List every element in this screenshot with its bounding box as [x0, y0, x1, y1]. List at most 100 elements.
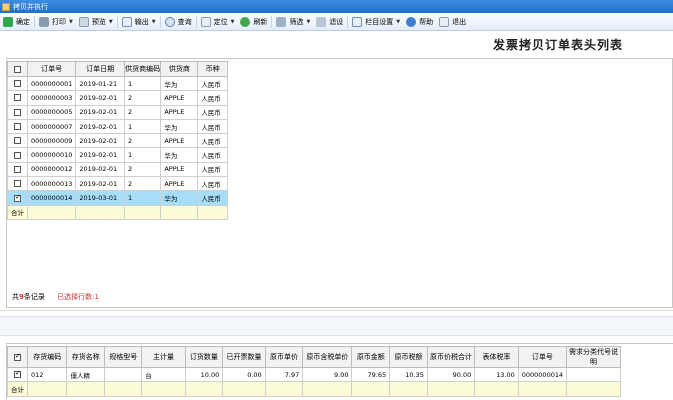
column-header[interactable]: 订单号	[517, 346, 568, 368]
row-select-cell[interactable]	[7, 190, 28, 206]
row-select-cell[interactable]	[7, 118, 28, 135]
table-cell[interactable]: 2019-03-01	[75, 190, 125, 206]
table-row[interactable]: 0000000005 2019-02-01 2 APPLE 人民币	[7, 104, 228, 120]
table-cell[interactable]: 2019-02-01	[75, 147, 125, 163]
column-header[interactable]: 存货编码	[26, 346, 68, 368]
table-cell[interactable]: 2	[123, 133, 162, 149]
table-cell[interactable]: 人民币	[197, 75, 228, 92]
table-cell[interactable]: 1	[123, 190, 162, 206]
chevron-down-icon[interactable]: ▼	[152, 19, 156, 25]
table-row[interactable]: 0000000003 2019-02-01 2 APPLE 人民币	[7, 90, 228, 106]
table-row[interactable]: 0000000007 2019-02-01 1 华为 人民币	[7, 118, 228, 135]
table-cell[interactable]: 人民币	[197, 190, 228, 206]
table-cell[interactable]: 2	[123, 90, 162, 106]
exit-button[interactable]: 退出	[436, 14, 469, 30]
preview-button[interactable]: 预览 ▼	[76, 14, 116, 30]
export-button[interactable]: 输出 ▼	[119, 14, 159, 30]
table-cell[interactable]: 0000000012	[26, 161, 77, 178]
table-cell[interactable]: 0000000014	[517, 366, 568, 383]
table-cell[interactable]: 2	[123, 161, 162, 178]
column-header[interactable]: 主计量	[141, 346, 186, 368]
table-cell[interactable]: 0000000005	[26, 104, 77, 120]
table-cell[interactable]: APPLE	[160, 176, 199, 192]
table-cell[interactable]: 0000000001	[26, 75, 77, 92]
help-button[interactable]: 帮助	[403, 14, 436, 30]
table-cell[interactable]: 79.65	[351, 366, 391, 383]
chevron-down-icon[interactable]: ▼	[231, 19, 235, 25]
column-header[interactable]: 表体税率	[474, 346, 519, 368]
row-checkbox[interactable]	[14, 137, 21, 145]
table-cell[interactable]: 人民币	[197, 104, 228, 120]
table-cell[interactable]: 2019-02-01	[75, 90, 125, 106]
table-cell[interactable]: 华为	[160, 190, 199, 206]
select-all-cell[interactable]	[7, 61, 28, 77]
table-cell[interactable]: 人民币	[197, 133, 228, 149]
table-cell[interactable]: 2	[123, 104, 162, 120]
chevron-down-icon[interactable]: ▼	[306, 19, 310, 25]
table-cell[interactable]: 1	[123, 75, 162, 92]
column-header[interactable]: 原币金额	[351, 346, 391, 368]
row-select-cell[interactable]	[7, 133, 28, 149]
row-select-cell[interactable]	[7, 147, 28, 163]
table-cell[interactable]: 10.00	[184, 366, 224, 383]
column-header[interactable]: 原币单价	[264, 346, 304, 368]
select-all-cell[interactable]	[7, 346, 28, 368]
chevron-down-icon[interactable]: ▼	[109, 19, 113, 25]
refresh-button[interactable]: 刷新	[237, 14, 270, 30]
row-checkbox[interactable]	[14, 369, 21, 379]
table-cell[interactable]: 9.00	[302, 366, 353, 383]
table-cell[interactable]: APPLE	[160, 90, 199, 106]
select-all-checkbox[interactable]	[14, 352, 21, 361]
table-cell[interactable]: 0000000010	[26, 147, 77, 163]
table-cell[interactable]: 2019-02-01	[75, 161, 125, 178]
table-cell[interactable]: 0000000013	[26, 176, 77, 192]
table-row[interactable]: 0000000001 2019-01-21 1 华为 人民币	[7, 75, 228, 92]
table-cell[interactable]: 人民币	[197, 147, 228, 163]
filter-button[interactable]: 筛选 ▼	[273, 14, 313, 30]
row-checkbox[interactable]	[14, 123, 21, 131]
table-row[interactable]: 0000000009 2019-02-01 2 APPLE 人民币	[7, 133, 228, 149]
table-cell[interactable]: 华为	[160, 75, 199, 92]
select-all-checkbox[interactable]	[14, 65, 21, 73]
column-header[interactable]: 规格型号	[104, 346, 143, 368]
column-header[interactable]: 供货商编码	[123, 61, 162, 77]
row-select-cell[interactable]	[7, 366, 28, 383]
column-header[interactable]: 原币税额	[389, 346, 428, 368]
column-header[interactable]: 供货商	[160, 61, 199, 77]
filter-settings-button[interactable]: 滤设	[313, 14, 346, 30]
table-cell[interactable]: 2019-01-21	[75, 75, 125, 92]
table-cell[interactable]: 2019-02-01	[75, 104, 125, 120]
table-cell[interactable]: 2019-02-01	[75, 176, 125, 192]
query-button[interactable]: 查询	[162, 14, 195, 30]
table-cell[interactable]: 华为	[160, 147, 199, 163]
table-row[interactable]: 0000000013 2019-02-01 2 APPLE 人民币	[7, 176, 228, 192]
table-cell[interactable]: 台	[141, 366, 186, 383]
table-cell[interactable]: APPLE	[160, 133, 199, 149]
row-checkbox[interactable]	[14, 80, 21, 88]
table-cell[interactable]: 13.00	[474, 366, 519, 383]
table-cell[interactable]: APPLE	[160, 104, 199, 120]
chevron-down-icon[interactable]: ▼	[69, 19, 73, 25]
row-checkbox[interactable]	[14, 180, 21, 188]
table-cell[interactable]: 7.97	[264, 366, 304, 383]
locate-button[interactable]: 定位 ▼	[198, 14, 238, 30]
table-row[interactable]: 0000000012 2019-02-01 2 APPLE 人民币	[7, 161, 228, 178]
table-cell[interactable]: 012	[26, 366, 68, 383]
table-cell[interactable]	[566, 366, 621, 383]
table-cell[interactable]: 1	[123, 118, 162, 135]
table-cell[interactable]: 人民币	[197, 161, 228, 178]
table-cell[interactable]: 0000000003	[26, 90, 77, 106]
column-header[interactable]: 订单号	[26, 61, 77, 77]
table-row[interactable]: 012 僵人精 台 10.00 0.00 7.97 9.00 79.65 10.…	[7, 366, 621, 383]
table-row[interactable]: 0000000010 2019-02-01 1 华为 人民币	[7, 147, 228, 163]
table-cell[interactable]: 10.35	[389, 366, 428, 383]
row-checkbox[interactable]	[14, 193, 21, 202]
table-cell[interactable]: 1	[123, 147, 162, 163]
table-cell[interactable]: 2	[123, 176, 162, 192]
table-cell[interactable]: 2019-02-01	[75, 118, 125, 135]
table-cell[interactable]: 0000000007	[26, 118, 77, 135]
column-header[interactable]: 需求分类代号说明	[566, 346, 621, 368]
column-header[interactable]: 原币价税合计	[426, 346, 476, 368]
confirm-button[interactable]: 确定	[0, 14, 33, 30]
table-row[interactable]: 00000000142019-03-011华为人民币	[7, 190, 228, 206]
